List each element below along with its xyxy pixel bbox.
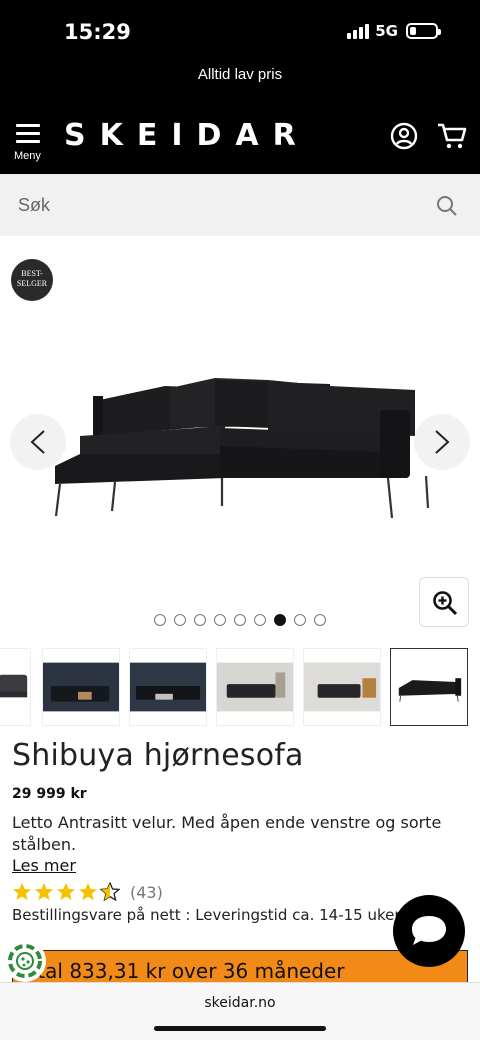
browser-domain[interactable]: skeidar.no (0, 995, 480, 1011)
home-indicator[interactable] (154, 1026, 326, 1031)
search-input[interactable] (0, 174, 420, 236)
search-icon[interactable] (436, 195, 458, 217)
skeidar-logo[interactable]: SKEIDAR (64, 118, 310, 153)
promo-banner: Alltid lav pris (0, 58, 480, 106)
chevron-left-icon (30, 430, 45, 454)
chat-button[interactable] (393, 895, 465, 967)
gallery-dot[interactable] (194, 614, 206, 626)
product-gallery: BEST- SELGER (0, 236, 480, 640)
status-indicators: 5G (347, 22, 441, 40)
cookie-icon (8, 944, 42, 978)
zoom-in-icon (433, 591, 458, 616)
zoom-button[interactable] (419, 577, 469, 627)
gallery-dot[interactable] (174, 614, 186, 626)
menu-button[interactable]: Meny (12, 122, 46, 168)
bestseller-badge: BEST- SELGER (11, 259, 53, 301)
status-time: 15:29 (64, 20, 131, 44)
gallery-dot[interactable] (154, 614, 166, 626)
thumbnail-active[interactable] (390, 648, 468, 726)
financing-text: etal 833,31 kr over 36 måneder (25, 959, 345, 983)
star-icon (35, 883, 53, 900)
thumbnail-strip (0, 648, 480, 726)
gallery-dots (154, 614, 326, 626)
product-image[interactable] (40, 366, 450, 526)
menu-icon (16, 124, 40, 144)
network-type: 5G (375, 22, 398, 40)
gallery-dot[interactable] (294, 614, 306, 626)
star-half-icon (100, 882, 120, 902)
read-more-link[interactable]: Les mer (12, 856, 76, 875)
gallery-dot-active[interactable] (274, 614, 286, 626)
chevron-right-icon (435, 430, 450, 454)
thumbnail[interactable] (216, 648, 294, 726)
star-icon (79, 883, 97, 900)
product-price: 29 999 kr (12, 786, 87, 802)
menu-label: Meny (14, 150, 41, 162)
signal-icon (347, 23, 370, 39)
site-header: Meny SKEIDAR (0, 106, 480, 174)
thumbnail[interactable] (129, 648, 207, 726)
status-bar: 15:29 5G (0, 0, 480, 58)
star-icon (13, 883, 31, 900)
gallery-dot[interactable] (254, 614, 266, 626)
thumbnail[interactable] (303, 648, 381, 726)
battery-icon (406, 23, 441, 39)
cart-icon[interactable] (436, 120, 468, 152)
browser-bar: skeidar.no (0, 982, 480, 1040)
gallery-dot[interactable] (214, 614, 226, 626)
gallery-dot[interactable] (234, 614, 246, 626)
delivery-info: Bestillingsvare på nett : Leveringstid c… (12, 906, 401, 924)
search-bar (0, 174, 480, 236)
star-icon (57, 883, 75, 900)
product-title: Shibuya hjørnesofa (12, 738, 304, 773)
product-description: Letto Antrasitt velur. Med åpen ende ven… (12, 813, 442, 854)
gallery-dot[interactable] (314, 614, 326, 626)
chat-bubble-icon (412, 916, 446, 945)
gallery-prev-button[interactable] (10, 414, 66, 470)
account-icon[interactable] (390, 122, 418, 150)
thumbnail[interactable] (0, 648, 31, 726)
thumbnail[interactable] (42, 648, 120, 726)
rating[interactable]: (43) (12, 882, 163, 902)
gallery-next-button[interactable] (414, 414, 470, 470)
cookie-settings-button[interactable] (4, 940, 46, 982)
review-count[interactable]: (43) (130, 883, 163, 902)
